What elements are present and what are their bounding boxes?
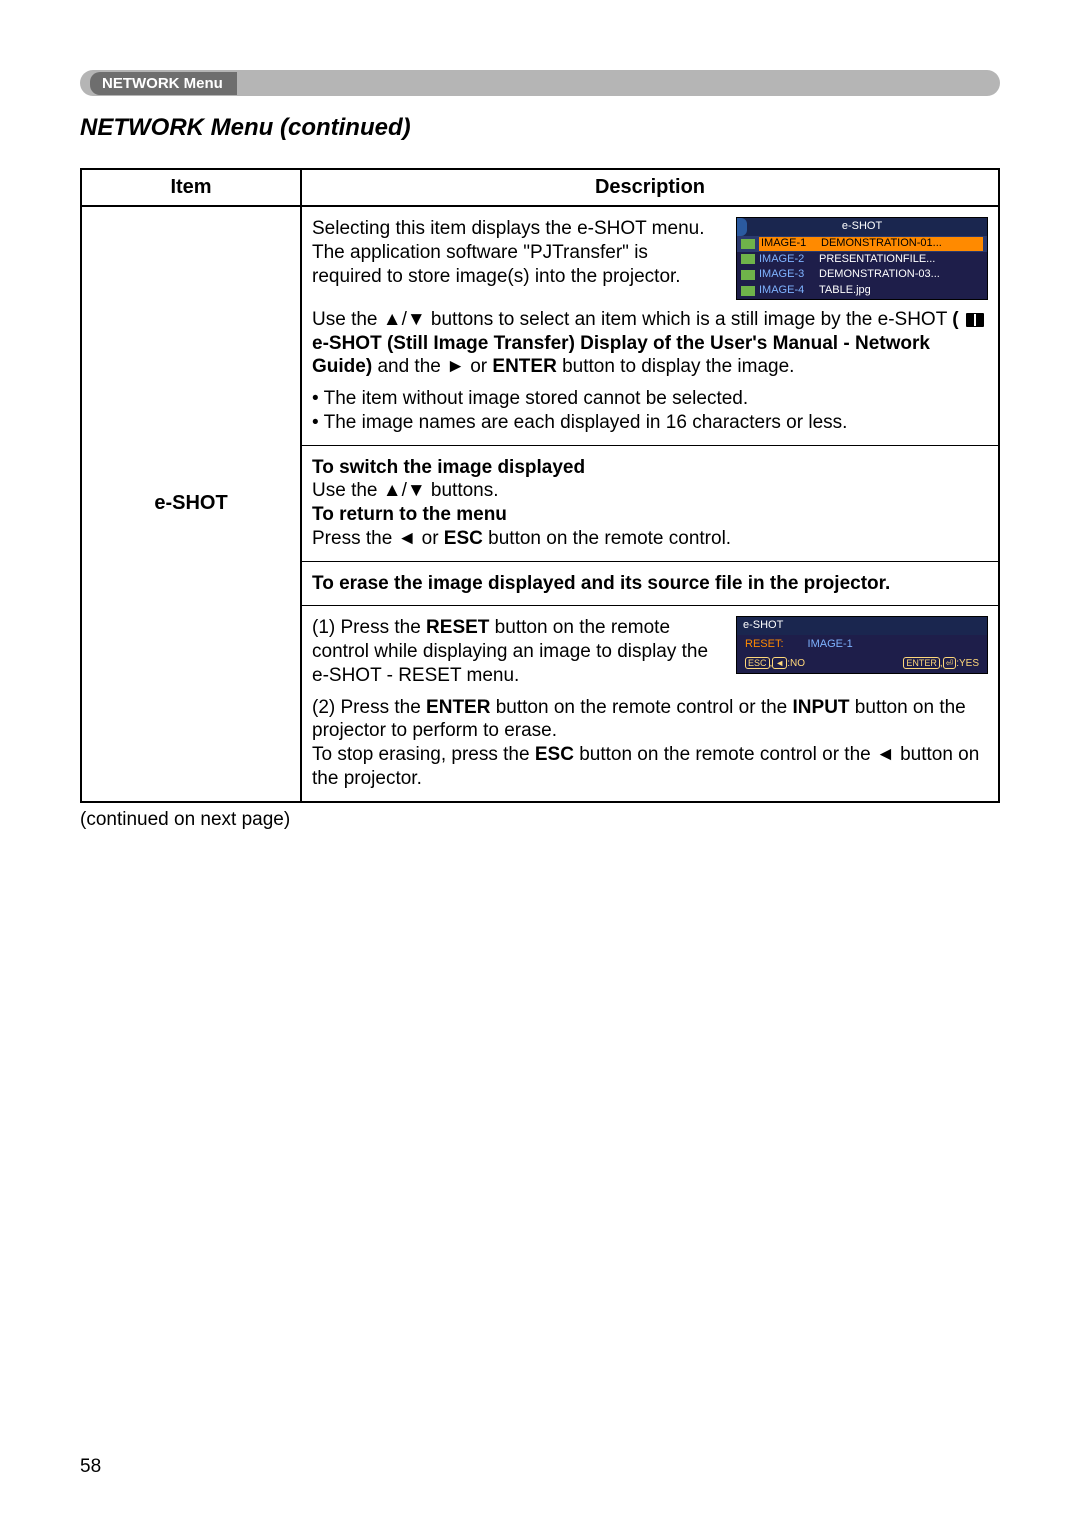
switch-heading: To switch the image displayed [312, 456, 988, 480]
book-icon [966, 313, 984, 327]
image-icon [741, 286, 755, 296]
p1b: The application software "PJTransfer" is… [312, 242, 681, 287]
eshot-row: IMAGE-1 DEMONSTRATION-01... [737, 236, 987, 252]
image-icon [741, 239, 755, 249]
header-item: Item [81, 169, 301, 206]
eshot-menu-title: e-SHOT [737, 218, 987, 236]
switch-text: Use the ▲/▼ buttons. [312, 479, 988, 503]
eshot-menu-figure: e-SHOT IMAGE-1 DEMONSTRATION-01... IMAGE… [736, 217, 988, 300]
p1a: Selecting this item displays the e-SHOT … [312, 218, 705, 239]
return-heading: To return to the menu [312, 503, 988, 527]
eshot-reset-title: e-SHOT [737, 617, 987, 635]
continued-note: (continued on next page) [80, 809, 1000, 831]
bullet1: • The item without image stored cannot b… [312, 387, 988, 411]
breadcrumb: NETWORK Menu [90, 72, 237, 95]
item-cell: e-SHOT [81, 206, 301, 802]
breadcrumb-bar: NETWORK Menu [80, 70, 1000, 96]
return-text: Press the ◄ or ESC button on the remote … [312, 527, 988, 551]
p1c-pre: Use the ▲/▼ buttons to select an item wh… [312, 309, 952, 330]
step1: (1) Press the RESET button on the remote… [312, 616, 722, 687]
eshot-row: IMAGE-3 DEMONSTRATION-03... [737, 267, 987, 283]
header-description: Description [301, 169, 999, 206]
step2: (2) Press the ENTER button on the remote… [312, 692, 988, 795]
eshot-row: IMAGE-2 PRESENTATIONFILE... [737, 252, 987, 268]
bullet2: • The image names are each displayed in … [312, 411, 988, 435]
main-table: Item Description e-SHOT Selecting this i… [80, 168, 1000, 803]
description-cell: Selecting this item displays the e-SHOT … [301, 206, 999, 802]
erase-heading: To erase the image displayed and its sou… [312, 572, 988, 596]
image-icon [741, 254, 755, 264]
eshot-reset-figure: e-SHOT RESET: IMAGE-1 ESC,◄:NO ENTER [736, 616, 988, 674]
section-title: NETWORK Menu (continued) [80, 114, 1000, 142]
page-number: 58 [80, 1456, 101, 1478]
image-icon [741, 270, 755, 280]
eshot-row: IMAGE-4 TABLE.jpg [737, 283, 987, 299]
